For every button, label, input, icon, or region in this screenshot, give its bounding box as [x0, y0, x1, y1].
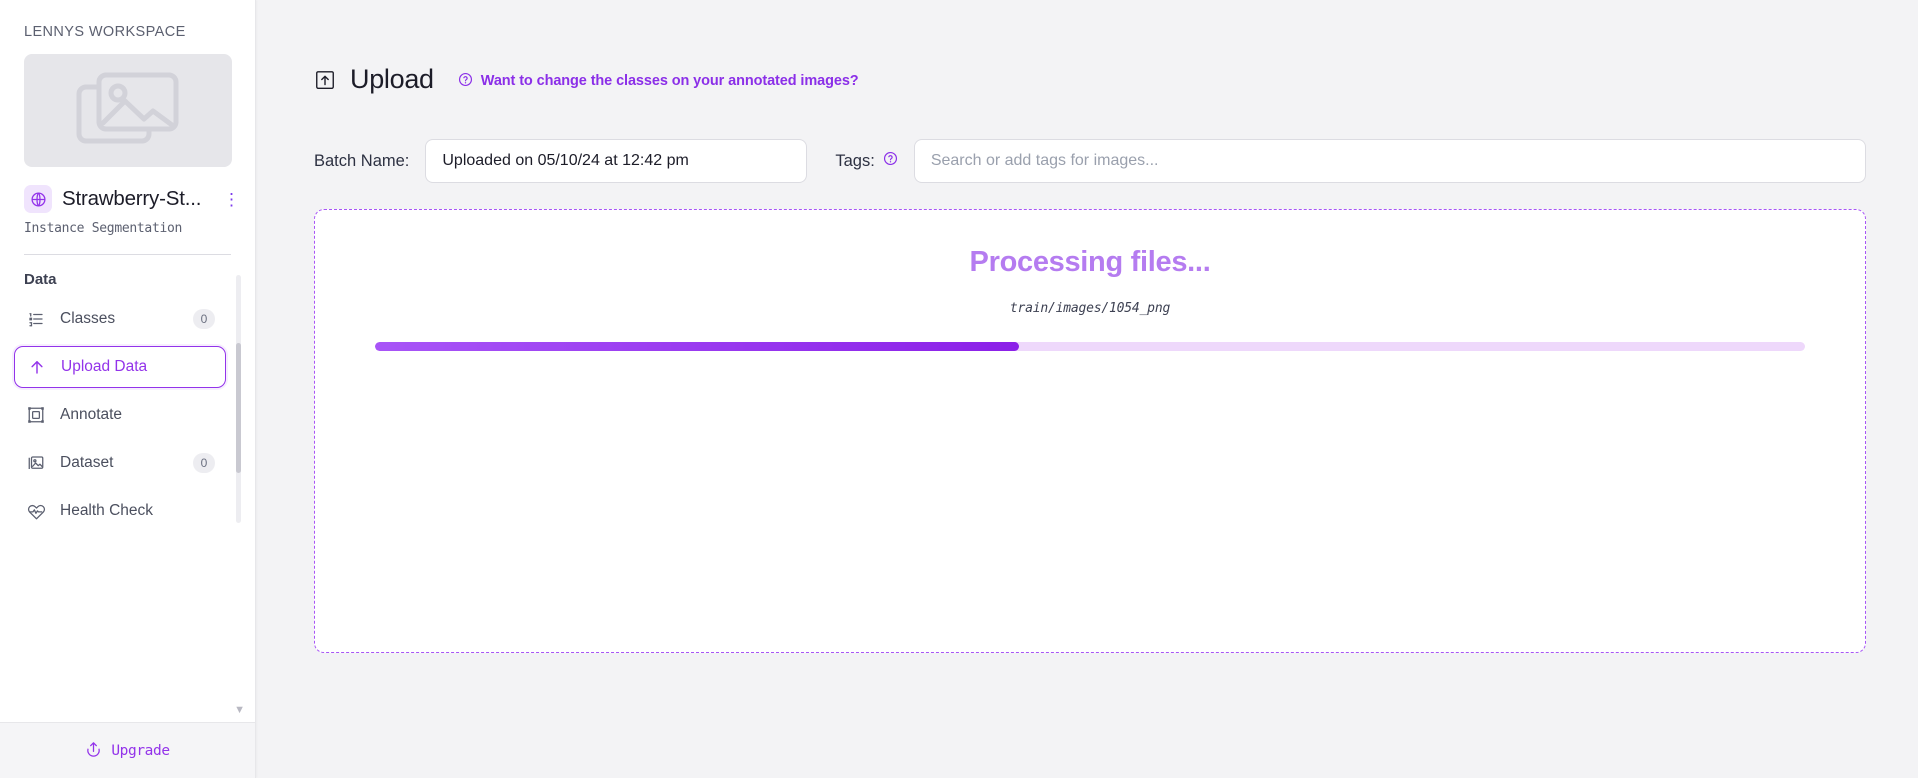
- tags-label-wrap: Tags:: [835, 151, 897, 171]
- upload-arrow-icon: [27, 357, 47, 377]
- classes-count-badge: 0: [193, 309, 215, 329]
- sidebar-item-health-check[interactable]: Health Check: [14, 490, 227, 532]
- sidebar-nav: Data Classes 0 Upload Data Annotate Data…: [0, 255, 255, 722]
- question-circle-icon[interactable]: [883, 151, 898, 171]
- globe-icon: [24, 185, 52, 213]
- page-title: Upload: [350, 64, 434, 95]
- tags-input[interactable]: [913, 139, 1866, 184]
- question-circle-icon: [458, 72, 473, 91]
- sidebar-item-label: Annotate: [60, 406, 123, 423]
- sidebar-scrollbar-thumb[interactable]: [236, 343, 241, 473]
- project-row: Strawberry-St... ⋮: [0, 167, 255, 213]
- change-classes-help-link[interactable]: Want to change the classes on your annot…: [458, 72, 859, 91]
- images-stack-icon: [26, 453, 46, 473]
- sidebar-item-annotate[interactable]: Annotate: [14, 394, 227, 436]
- upload-box-icon: [314, 69, 336, 91]
- upload-progress-fill: [375, 342, 1019, 352]
- sidebar-item-dataset[interactable]: Dataset 0: [14, 442, 227, 484]
- upload-progress-track: [375, 342, 1805, 352]
- heart-pulse-icon: [26, 501, 46, 521]
- chevron-down-icon[interactable]: ▼: [234, 704, 245, 716]
- sidebar-item-label: Upload Data: [61, 358, 148, 375]
- sidebar: LENNYS WORKSPACE Strawberry-St... ⋮ Inst…: [0, 0, 256, 778]
- image-placeholder-icon: [76, 71, 180, 150]
- app-root: LENNYS WORKSPACE Strawberry-St... ⋮ Inst…: [0, 0, 1918, 778]
- sidebar-item-label: Health Check: [60, 502, 154, 519]
- processing-title: Processing files...: [969, 246, 1211, 279]
- dataset-count-badge: 0: [193, 453, 215, 473]
- project-thumbnail-wrap: [0, 40, 255, 167]
- batch-name-input[interactable]: [425, 139, 808, 184]
- project-type: Instance Segmentation: [24, 221, 183, 236]
- batch-name-label: Batch Name:: [314, 151, 410, 170]
- list-ordered-icon: [26, 309, 46, 329]
- page-header: Upload Want to change the classes on you…: [314, 46, 1866, 113]
- upload-circle-icon: [85, 740, 102, 762]
- kebab-menu-icon[interactable]: ⋮: [223, 191, 240, 208]
- upload-dropzone[interactable]: Processing files... train/images/1054_pn…: [314, 209, 1866, 654]
- nav-section-data: Data: [24, 271, 57, 288]
- upgrade-button[interactable]: Upgrade: [0, 722, 255, 778]
- sidebar-item-label: Classes: [60, 310, 116, 327]
- project-thumbnail[interactable]: [24, 54, 232, 167]
- sidebar-item-upload-data[interactable]: Upload Data: [14, 346, 226, 388]
- upload-form-row: Batch Name: Tags:: [314, 139, 1866, 184]
- workspace-name: LENNYS WORKSPACE: [24, 24, 186, 40]
- sidebar-item-label: Dataset: [60, 454, 114, 471]
- processing-current-file: train/images/1054_png: [1009, 301, 1171, 317]
- annotate-box-icon: [26, 405, 46, 425]
- project-name[interactable]: Strawberry-St...: [62, 187, 213, 211]
- tags-label: Tags:: [835, 151, 875, 170]
- help-link-text: Want to change the classes on your annot…: [480, 73, 859, 90]
- main-content: Upload Want to change the classes on you…: [256, 0, 1918, 778]
- upgrade-label: Upgrade: [111, 742, 170, 759]
- sidebar-item-classes[interactable]: Classes 0: [14, 298, 227, 340]
